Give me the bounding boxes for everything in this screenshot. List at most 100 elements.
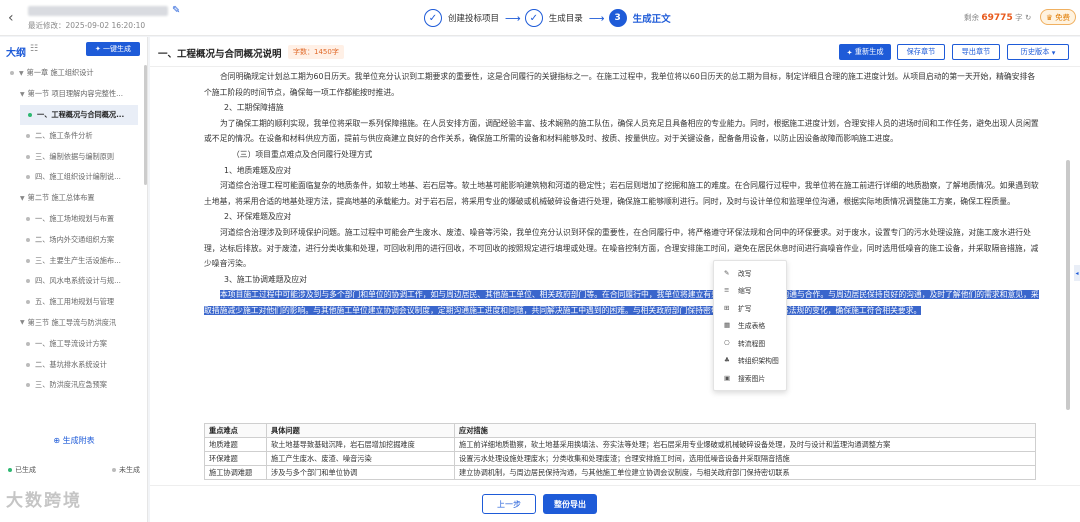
generated-dot [28,112,32,117]
project-title-blurred [28,6,168,16]
section-title: 一、工程概况与合同概况说明 [158,49,282,60]
expand-icon: ⊞ [724,303,730,312]
table-row: 地质难题 软土地基导致基础沉降，岩石层增加挖掘难度 施工前详细地质勘察，软土地基… [204,437,1036,452]
difficulty-table: 重点难点 具体问题 应对措施 地质难题 软土地基导致基础沉降，岩石层增加挖掘难度… [204,423,1036,480]
arrow-right-icon: ⟶ [505,11,521,25]
outline-item[interactable]: 三、防洪度汛应急预案 [0,375,148,396]
last-modified: 最近修改：2025-09-02 16:20:10 [28,21,146,30]
image-icon: ▣ [724,373,731,382]
step-2-label: 生成目录 [548,14,583,24]
outline-list: ▼ 第一章 施工组织设计 ▼ 第一节 项目理解内容完整性... 一、工程概况与合同概… [0,63,148,396]
step-1-check-icon: ✓ [424,9,442,27]
outline-item[interactable]: 四、风水电系统设计与规... [0,271,148,292]
outline-item[interactable]: 一、施工导流设计方案 [0,333,148,354]
caret-down-icon: ▼ [19,69,24,77]
export-all-button[interactable]: 整份导出 [543,494,597,514]
generate-attachment-button[interactable]: ⊕ 生成附表 [0,435,148,446]
regenerate-button[interactable]: ✦ 重新生成 [839,44,891,60]
editor-scrollbar[interactable] [1066,160,1070,410]
text-selection: 本项目施工过程中可能涉及到与多个部门和单位的协调工作，如与周边居民、其他施工单位… [204,290,1039,315]
paragraph: 合同明确规定计划总工期为60日历天。我单位充分认识到工期要求的重要性，这是合同履… [204,72,1036,97]
back-icon[interactable]: ‹ [8,10,14,26]
table-icon: ▦ [724,321,731,330]
table-cell: 施工产生废水、废渣、噪音污染 [266,451,455,466]
prev-step-button[interactable]: 上一步 [482,494,536,514]
step-2-check-icon: ✓ [524,9,543,27]
paragraph-heading: （三）项目重点难点及合同履行处理方式 [232,149,373,159]
sparkle-icon: ✦ [846,47,853,57]
paragraph-heading: 2、环保难题及应对 [224,212,292,222]
outline-item[interactable]: 三、主要生产生活设施布... [0,250,148,271]
main-editor: 一、工程概况与合同概况说明 字数：1450字 ✦ 重新生成 保存章节 导出章节 … [150,37,1080,522]
step-3-label: 生成正文 [632,14,671,25]
table-cell: 地质难题 [204,437,267,452]
outline-item[interactable]: 三、编制依据与编制原则 [0,146,148,167]
history-version-button[interactable]: 历史版本 ▾ [1007,44,1069,60]
table-cell: 软土地基导致基础沉降，岩石层增加挖掘难度 [266,437,455,452]
remaining-quota: 剩余 69775 字 ↻ [964,13,1032,23]
document-body[interactable]: 合同明确规定计划总工期为60日历天。我单位充分认识到工期要求的重要性，这是合同履… [204,69,1040,319]
org-chart-icon: ♣ [724,356,730,365]
table-cell: 环保难题 [204,451,267,466]
collapse-panel-icon[interactable]: ◂ [1074,265,1080,281]
green-dot-icon [8,468,12,472]
table-cell: 施工前详细地质勘察，软土地基采用换填法、夯实法等处理；岩石层采用专业爆破或机械破… [454,437,1036,452]
generate-all-button[interactable]: ✦ 一键生成 [86,42,140,56]
outline-item[interactable]: 一、施工场地规划与布置 [0,209,148,230]
menu-item-rewrite[interactable]: ✎ 改写 [714,264,786,282]
ai-context-menu: ✎ 改写 ≡ 缩写 ⊞ 扩写 ▦ 生成表格 ⎔ 转流程图 ♣ 转组织架构图 ▣ 搜索图片 [713,260,787,391]
edit-icon[interactable]: ✎ [172,5,180,16]
paragraph: 河道综合治理涉及到环境保护问题。施工过程中可能会产生废水、废渣、噪音等污染，我单… [204,227,1039,269]
menu-item-expand[interactable]: ⊞ 扩写 [714,299,786,317]
sidebar-scrollbar[interactable] [144,65,147,185]
chevron-down-icon: ▾ [1051,47,1056,57]
section-header: 一、工程概况与合同概况说明 字数：1450字 ✦ 重新生成 保存章节 导出章节 … [150,37,1080,67]
menu-item-search-image[interactable]: ▣ 搜索图片 [714,369,786,387]
watermark: 大数跨境 [6,491,82,511]
plus-circle-icon: ⊕ [53,436,61,445]
top-bar: ‹ ✎ 最近修改：2025-09-02 16:20:10 ✓ 创建投标项目 ⟶ … [0,0,1080,36]
outline-item[interactable]: ▼ 第一节 项目理解内容完整性... [0,84,148,105]
outline-item[interactable]: 二、基坑排水系统设计 [0,354,148,375]
export-section-button[interactable]: 导出章节 [952,44,1000,60]
outline-item[interactable]: 五、施工用地规划与管理 [0,292,148,313]
menu-item-shorten[interactable]: ≡ 缩写 [714,282,786,300]
table-header: 应对措施 [454,423,1036,438]
vip-badge[interactable]: ♛ 免费 [1040,9,1076,25]
outline-item[interactable]: ▼ 第一章 施工组织设计 [0,63,148,84]
table-row: 施工协调难题 涉及与多个部门和单位协调 建立协调机制，与周边居民保持沟通，与其他… [204,465,1036,480]
table-cell: 施工协调难题 [204,465,267,480]
gray-dot-icon [112,468,116,472]
word-count-badge: 字数：1450字 [288,45,344,59]
table-cell: 设置污水处理设施处理废水；分类收集和处理废渣；合理安排施工时间，选用低噪音设备并… [454,451,1036,466]
step-3-number: 3 [608,9,627,27]
outline-sidebar: 大纲 ☷ ✦ 一键生成 ▼ 第一章 施工组织设计 ▼ 第一节 项目理解内容完整性..… [0,37,148,522]
table-row: 环保难题 施工产生废水、废渣、噪音污染 设置污水处理设施处理废水；分类收集和处理… [204,451,1036,466]
outline-menu-icon[interactable]: ☷ [30,44,38,54]
menu-item-flowchart[interactable]: ⎔ 转流程图 [714,334,786,352]
outline-item[interactable]: 二、施工条件分析 [0,125,148,146]
save-section-button[interactable]: 保存章节 [897,44,945,60]
outline-item[interactable]: ▼ 第三节 施工导流与防洪度汛 [0,313,148,334]
paragraph-heading: 2、工期保障措施 [224,103,284,113]
refresh-icon[interactable]: ↻ [1025,13,1031,22]
outline-item-active[interactable]: 一、工程概况与合同概况... [20,104,138,126]
table-header-row: 重点难点 具体问题 应对措施 [204,423,1036,438]
sparkle-icon: ✦ [94,45,101,53]
caret-down-icon: ▼ [20,194,25,202]
footer-bar: 上一步 整份导出 [150,485,1080,522]
outline-item[interactable]: ▼ 第二节 施工总体布置 [0,188,148,209]
outline-item[interactable]: 二、场内外交通组织方案 [0,229,148,250]
remaining-count: 69775 [981,13,1013,23]
step-indicator: ✓ 创建投标项目 ⟶ ✓ 生成目录 ⟶ 3 生成正文 [424,7,677,29]
flowchart-icon: ⎔ [724,338,730,347]
menu-item-table[interactable]: ▦ 生成表格 [714,317,786,335]
selected-paragraph: 本项目施工过程中可能涉及到与多个部门和单位的协调工作，如与周边居民、其他施工单位… [204,287,1040,318]
menu-item-org-chart[interactable]: ♣ 转组织架构图 [714,352,786,370]
outline-item[interactable]: 四、施工组织设计编制说... [0,167,148,188]
paragraph: 河道综合治理工程可能面临复杂的地质条件，如软土地基、岩石层等。软土地基可能影响建… [204,181,1039,206]
outline-title: 大纲 [6,48,26,59]
table-cell: 建立协调机制，与周边居民保持沟通，与其他施工单位建立协调会议制度，与相关政府部门… [454,465,1036,480]
paragraph-heading: 3、施工协调难题及应对 [224,274,307,284]
step-1-label: 创建投标项目 [448,14,500,24]
